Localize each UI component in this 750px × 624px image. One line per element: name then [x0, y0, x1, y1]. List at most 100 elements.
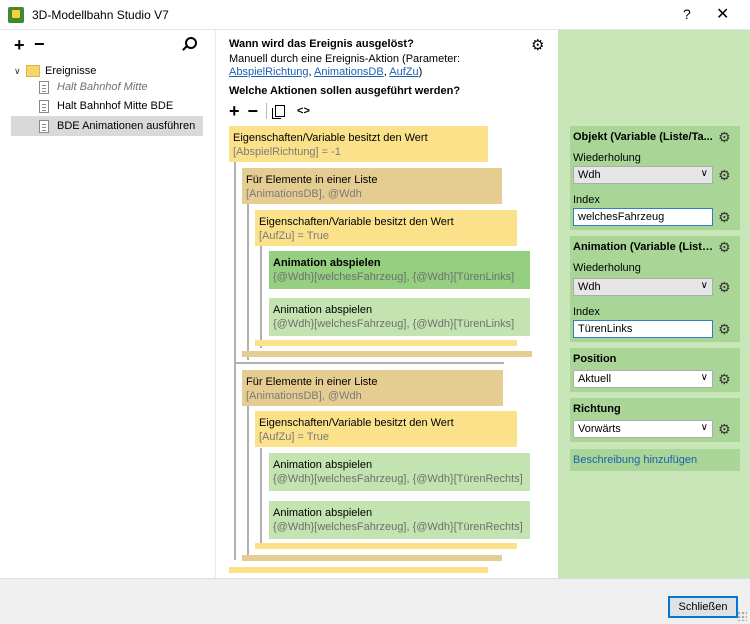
tree-connector — [260, 246, 262, 348]
action-block-animation[interactable]: Animation abspielen {@Wdh}[welchesFahrze… — [269, 501, 530, 539]
tree-item-label: Halt Bahnhof Mitte BDE — [57, 100, 174, 112]
richtung-select[interactable]: Vorwärts ∨ — [573, 420, 713, 438]
param-link-aufzu[interactable]: AufZu — [389, 66, 418, 78]
dialog-footer: Schließen — [0, 578, 750, 624]
select-value: Vorwärts — [578, 423, 621, 435]
foreach-end-bar — [242, 351, 532, 357]
remove-event-button[interactable]: − — [34, 34, 45, 55]
select-value: Aktuell — [578, 373, 612, 385]
title-bar: 3D-Modellbahn Studio V7 ? ✕ — [0, 0, 750, 30]
action-block-condition[interactable]: Eigenschaften/Variable besitzt den Wert … — [255, 210, 517, 246]
chevron-down-icon[interactable]: ∨ — [14, 66, 26, 77]
close-button[interactable]: Schließen — [668, 596, 738, 618]
search-icon[interactable] — [185, 37, 197, 49]
condition-end-bar — [229, 567, 488, 573]
param-link-animationsdb[interactable]: AnimationsDB — [314, 66, 384, 78]
wiederholung-select[interactable]: Wdh ∨ — [573, 166, 713, 184]
action-title: Eigenschaften/Variable besitzt den Wert — [259, 417, 454, 429]
tree-item-bde-animationen[interactable]: BDE Animationen ausführen — [11, 116, 203, 136]
action-block-animation-selected[interactable]: Animation abspielen {@Wdh}[welchesFahrze… — [269, 251, 530, 289]
action-params: {@Wdh}[welchesFahrzeug], {@Wdh}[TürenRec… — [273, 521, 523, 533]
document-icon — [39, 119, 49, 133]
group-header: Richtung — [573, 403, 621, 415]
action-title: Für Elemente in einer Liste — [246, 376, 378, 388]
group-richtung: Richtung Vorwärts ∨ ⚙ — [570, 398, 740, 442]
field-label: Index — [573, 194, 600, 206]
action-block-condition[interactable]: Eigenschaften/Variable besitzt den Wert … — [255, 411, 517, 447]
tree-connector — [234, 162, 236, 560]
gear-icon[interactable]: ⚙ — [718, 280, 731, 294]
chevron-down-icon: ∨ — [700, 372, 708, 383]
app-icon — [8, 7, 24, 23]
help-button[interactable]: ? — [683, 6, 691, 22]
action-block-condition[interactable]: Eigenschaften/Variable besitzt den Wert … — [229, 126, 488, 162]
select-value: Wdh — [578, 169, 601, 181]
index-input[interactable]: TürenLinks — [573, 320, 713, 338]
action-title: Eigenschaften/Variable besitzt den Wert — [233, 132, 428, 144]
group-objekt: Objekt (Variable (Liste/Ta... ⚙ Wiederho… — [570, 126, 740, 230]
trigger-desc-text: Manuell durch eine Ereignis-Aktion (Para… — [229, 53, 461, 65]
action-title: Animation abspielen — [273, 507, 373, 519]
param-link-abspielrichtung[interactable]: AbspielRichtung — [229, 66, 309, 78]
tree-connector — [247, 406, 249, 558]
toolbar-divider — [266, 103, 268, 119]
action-block-foreach[interactable]: Für Elemente in einer Liste [AnimationsD… — [242, 370, 503, 406]
trigger-gear-icon[interactable]: ⚙ — [531, 36, 544, 54]
code-view-button[interactable]: <> — [297, 105, 310, 117]
trigger-description: Manuell durch eine Ereignis-Aktion (Para… — [229, 53, 519, 79]
position-select[interactable]: Aktuell ∨ — [573, 370, 713, 388]
action-title: Animation abspielen — [273, 459, 373, 471]
resize-grip[interactable] — [737, 611, 747, 621]
chevron-down-icon: ∨ — [700, 422, 708, 433]
add-event-button[interactable]: + — [14, 35, 25, 56]
foreach-end-bar — [242, 555, 502, 561]
trigger-desc-text: ) — [418, 66, 423, 78]
field-label: Wiederholung — [573, 262, 641, 274]
action-title: Für Elemente in einer Liste — [246, 174, 378, 186]
action-block-animation[interactable]: Animation abspielen {@Wdh}[welchesFahrze… — [269, 298, 530, 336]
index-input[interactable]: welchesFahrzeug — [573, 208, 713, 226]
gear-icon[interactable]: ⚙ — [718, 422, 731, 436]
gear-icon[interactable]: ⚙ — [718, 168, 731, 182]
group-position: Position Aktuell ∨ ⚙ — [570, 348, 740, 392]
tree-item-label: BDE Animationen ausführen — [57, 120, 196, 132]
tree-item-label: Halt Bahnhof Mitte — [57, 81, 148, 93]
action-params: [AbspielRichtung] = -1 — [233, 146, 341, 158]
remove-action-button[interactable]: − — [248, 101, 259, 122]
gear-icon[interactable]: ⚙ — [718, 130, 731, 144]
gear-icon[interactable]: ⚙ — [718, 210, 731, 224]
action-block-foreach[interactable]: Für Elemente in einer Liste [AnimationsD… — [242, 168, 502, 204]
actions-heading: Welche Aktionen sollen ausgeführt werden… — [229, 85, 461, 97]
action-params: [AnimationsDB], @Wdh — [246, 390, 362, 402]
select-value: Wdh — [578, 281, 601, 293]
wiederholung-select[interactable]: Wdh ∨ — [573, 278, 713, 296]
gear-icon[interactable]: ⚙ — [718, 240, 731, 254]
tree-node-label: Ereignisse — [45, 65, 97, 77]
group-header: Animation (Variable (Liste... — [573, 241, 713, 253]
action-params: {@Wdh}[welchesFahrzeug], {@Wdh}[TürenRec… — [273, 473, 523, 485]
action-title: Animation abspielen — [273, 304, 373, 316]
action-block-animation[interactable]: Animation abspielen {@Wdh}[welchesFahrze… — [269, 453, 530, 491]
document-icon — [39, 80, 49, 94]
window-title: 3D-Modellbahn Studio V7 — [32, 8, 169, 22]
gear-icon[interactable]: ⚙ — [718, 372, 731, 386]
action-params: {@Wdh}[welchesFahrzeug], {@Wdh}[TürenLin… — [273, 318, 515, 330]
field-label: Index — [573, 306, 600, 318]
field-label: Wiederholung — [573, 152, 641, 164]
tree-connector — [234, 362, 504, 364]
action-params: [AufZu] = True — [259, 431, 330, 443]
add-action-button[interactable]: + — [229, 101, 240, 122]
action-params: {@Wdh}[welchesFahrzeug], {@Wdh}[TürenLin… — [273, 271, 515, 283]
chevron-down-icon: ∨ — [700, 280, 708, 291]
tree-item-halt-bahnhof-mitte[interactable]: Halt Bahnhof Mitte — [11, 77, 203, 97]
copy-icon[interactable] — [272, 105, 286, 119]
event-editor-panel: Wann wird das Ereignis ausgelöst? ⚙ Manu… — [215, 30, 558, 578]
gear-icon[interactable]: ⚙ — [718, 322, 731, 336]
properties-panel: Objekt (Variable (Liste/Ta... ⚙ Wiederho… — [558, 30, 750, 578]
close-window-button[interactable]: ✕ — [716, 4, 729, 24]
folder-icon — [26, 65, 40, 77]
add-description-link[interactable]: Beschreibung hinzufügen — [570, 449, 740, 471]
action-params: [AufZu] = True — [259, 230, 330, 242]
tree-item-halt-bahnhof-mitte-bde[interactable]: Halt Bahnhof Mitte BDE — [11, 96, 203, 116]
tree-connector — [260, 448, 262, 548]
